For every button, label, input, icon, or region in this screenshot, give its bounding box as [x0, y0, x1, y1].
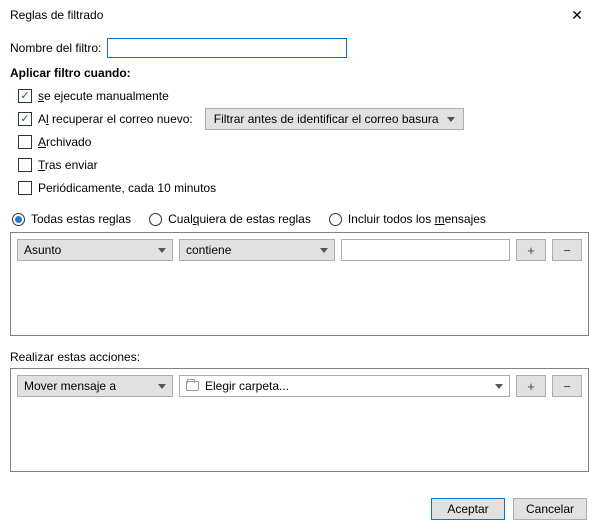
action-row: Mover mensaje a Elegir carpeta... + −	[11, 369, 588, 403]
actions-header: Realizar estas acciones:	[10, 350, 589, 364]
radio-any[interactable]: Cualquiera de estas reglas	[149, 212, 311, 226]
timing-dropdown[interactable]: Filtrar antes de identificar el correo b…	[205, 108, 464, 130]
chevron-down-icon	[158, 384, 166, 389]
radio-every-label: Incluir todos los mensajes	[348, 212, 486, 226]
conditions-empty-area	[11, 267, 588, 335]
check-aftersend-label: Tras enviar	[38, 158, 98, 172]
condition-field-value: Asunto	[24, 243, 61, 257]
cancel-button[interactable]: Cancelar	[513, 498, 587, 520]
condition-row: Asunto contiene + −	[11, 233, 588, 267]
ok-button[interactable]: Aceptar	[431, 498, 505, 520]
check-onget-row[interactable]: ✓ Al recuperar el correo nuevo: Filtrar …	[18, 109, 589, 129]
dialog-footer: Aceptar Cancelar	[431, 498, 587, 520]
check-archived-row[interactable]: Archivado	[18, 132, 589, 152]
condition-add-button[interactable]: +	[516, 239, 546, 261]
filter-name-label: Nombre del filtro:	[10, 41, 101, 55]
chevron-down-icon	[447, 117, 455, 122]
check-manual[interactable]: ✓	[18, 89, 32, 103]
minus-icon: −	[563, 243, 571, 258]
radio-every-input[interactable]	[329, 213, 342, 226]
folder-icon	[186, 381, 199, 391]
minus-icon: −	[563, 379, 571, 394]
filter-name-row: Nombre del filtro:	[10, 38, 589, 58]
action-add-button[interactable]: +	[516, 375, 546, 397]
close-icon: ✕	[571, 7, 583, 24]
action-type-select[interactable]: Mover mensaje a	[17, 375, 173, 397]
plus-icon: +	[527, 379, 535, 394]
radio-dot-icon	[15, 216, 22, 223]
check-aftersend-row[interactable]: Tras enviar	[18, 155, 589, 175]
condition-op-value: contiene	[186, 243, 231, 257]
plus-icon: +	[527, 243, 535, 258]
titlebar: Reglas de filtrado ✕	[0, 0, 599, 30]
action-type-value: Mover mensaje a	[24, 379, 116, 393]
chevron-down-icon	[158, 248, 166, 253]
conditions-box: Asunto contiene + −	[10, 232, 589, 336]
actions-empty-area	[11, 403, 588, 471]
apply-when-header: Aplicar filtro cuando:	[10, 66, 589, 80]
filter-name-input[interactable]	[107, 38, 347, 58]
match-type-row: Todas estas reglas Cualquiera de estas r…	[12, 212, 589, 226]
check-aftersend[interactable]	[18, 158, 32, 172]
actions-box: Mover mensaje a Elegir carpeta... + −	[10, 368, 589, 472]
check-periodic[interactable]	[18, 181, 32, 195]
check-archived[interactable]	[18, 135, 32, 149]
dialog-body: Nombre del filtro: Aplicar filtro cuando…	[0, 30, 599, 472]
check-manual-row[interactable]: ✓ se ejecute manualmente	[18, 86, 589, 106]
action-remove-button[interactable]: −	[552, 375, 582, 397]
radio-all-label: Todas estas reglas	[31, 212, 131, 226]
condition-value-input[interactable]	[341, 239, 510, 261]
radio-all[interactable]: Todas estas reglas	[12, 212, 131, 226]
radio-any-input[interactable]	[149, 213, 162, 226]
chevron-down-icon	[320, 248, 328, 253]
check-archived-label: Archivado	[38, 135, 91, 149]
timing-value: Filtrar antes de identificar el correo b…	[214, 112, 439, 126]
check-manual-label: se ejecute manualmente	[38, 89, 169, 103]
check-periodic-label: Periódicamente, cada 10 minutos	[38, 181, 216, 195]
chevron-down-icon	[495, 384, 503, 389]
check-icon: ✓	[20, 91, 29, 102]
check-icon: ✓	[20, 114, 29, 125]
dialog-title: Reglas de filtrado	[10, 8, 103, 22]
check-onget[interactable]: ✓	[18, 112, 32, 126]
radio-any-label: Cualquiera de estas reglas	[168, 212, 311, 226]
action-folder-value: Elegir carpeta...	[205, 379, 289, 393]
condition-op-select[interactable]: contiene	[179, 239, 335, 261]
check-onget-label: Al recuperar el correo nuevo:	[38, 112, 193, 126]
condition-remove-button[interactable]: −	[552, 239, 582, 261]
condition-field-select[interactable]: Asunto	[17, 239, 173, 261]
close-button[interactable]: ✕	[555, 0, 599, 30]
action-folder-select[interactable]: Elegir carpeta...	[179, 375, 510, 397]
radio-every[interactable]: Incluir todos los mensajes	[329, 212, 486, 226]
radio-all-input[interactable]	[12, 213, 25, 226]
check-periodic-row[interactable]: Periódicamente, cada 10 minutos	[18, 178, 589, 198]
